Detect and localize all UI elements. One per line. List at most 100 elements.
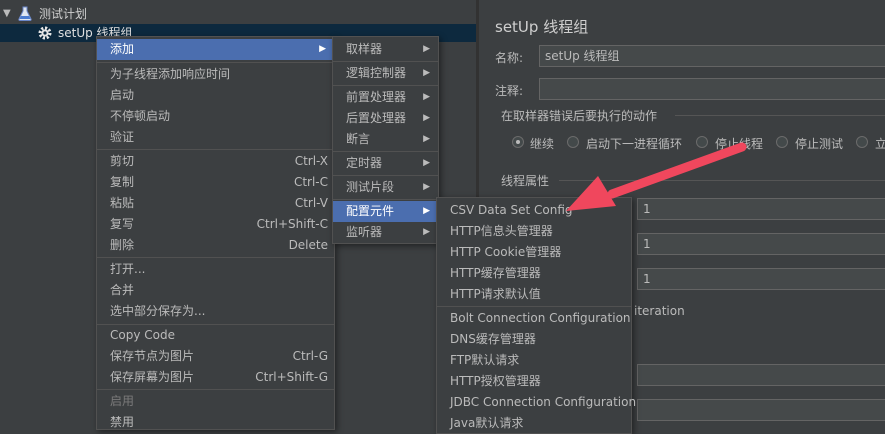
menu-item-label: 为子线程添加响应时间 bbox=[110, 67, 231, 81]
menu-shortcut: Ctrl-V bbox=[294, 196, 328, 210]
duration-field[interactable] bbox=[637, 364, 885, 386]
submenu-item-listener[interactable]: 监听器 ▶ bbox=[333, 222, 438, 243]
menu-separator bbox=[97, 389, 334, 390]
menu-item-validate[interactable]: 验证 bbox=[97, 127, 334, 148]
triangle-right-icon: ▶ bbox=[423, 206, 430, 216]
triangle-right-icon: ▶ bbox=[423, 92, 430, 102]
config-item-ftp-defaults[interactable]: FTP默认请求 bbox=[437, 350, 631, 371]
menu-shortcut: Delete bbox=[288, 238, 328, 252]
comment-field[interactable] bbox=[539, 78, 885, 100]
submenu-item-post-processor[interactable]: 后置处理器 ▶ bbox=[333, 108, 438, 129]
context-menu: 添加 ▶ 为子线程添加响应时间 启动 不停顿启动 验证 剪切 Ctrl-X 复制 Ct… bbox=[96, 36, 335, 430]
tree-node-test-plan[interactable]: ▼ 测试计划 bbox=[0, 5, 476, 23]
tree-node-test-plan-label: 测试计划 bbox=[39, 7, 88, 21]
radio-continue-label: 继续 bbox=[530, 137, 555, 151]
config-item-bolt-connection[interactable]: Bolt Connection Configuration bbox=[437, 308, 631, 329]
menu-item-save-selection-as[interactable]: 选中部分保存为... bbox=[97, 301, 334, 322]
menu-item-label: HTTP信息头管理器 bbox=[450, 224, 553, 238]
menu-item-label: FTP默认请求 bbox=[450, 353, 520, 367]
thread-count-field[interactable]: 1 bbox=[637, 198, 885, 220]
radio-stop-now[interactable] bbox=[856, 136, 868, 148]
menu-item-cut[interactable]: 剪切 Ctrl-X bbox=[97, 151, 334, 172]
radio-stop-thread[interactable] bbox=[696, 136, 708, 148]
menu-item-label: 打开... bbox=[110, 262, 146, 276]
page-title: setUp 线程组 bbox=[495, 18, 589, 36]
submenu-item-sampler[interactable]: 取样器 ▶ bbox=[333, 39, 438, 60]
menu-item-label: CSV Data Set Config bbox=[450, 203, 573, 217]
triangle-right-icon: ▶ bbox=[423, 68, 430, 78]
submenu-item-logic-controller[interactable]: 逻辑控制器 ▶ bbox=[333, 63, 438, 84]
menu-item-label: Copy Code bbox=[110, 328, 175, 342]
config-item-csv-data-set-config[interactable]: CSV Data Set Config bbox=[437, 200, 631, 221]
name-label: 名称: bbox=[495, 51, 524, 65]
loop-count-field[interactable]: 1 bbox=[637, 268, 885, 290]
menu-item-copy-code[interactable]: Copy Code bbox=[97, 325, 334, 346]
group-border bbox=[675, 115, 885, 116]
menu-shortcut: Ctrl-C bbox=[293, 175, 328, 189]
startup-delay-field[interactable] bbox=[637, 399, 885, 421]
config-item-http-cache-manager[interactable]: HTTP缓存管理器 bbox=[437, 263, 631, 284]
menu-item-delete[interactable]: 删除 Delete bbox=[97, 235, 334, 256]
menu-item-label: 启动 bbox=[110, 88, 135, 102]
config-element-submenu: CSV Data Set Config HTTP信息头管理器 HTTP Cook… bbox=[436, 197, 636, 434]
menu-separator bbox=[333, 175, 438, 176]
flask-icon bbox=[18, 6, 32, 21]
chevron-down-icon[interactable]: ▼ bbox=[3, 5, 11, 23]
menu-separator bbox=[333, 151, 438, 152]
config-item-java-defaults[interactable]: Java默认请求 bbox=[437, 413, 631, 434]
iteration-label: iteration bbox=[634, 304, 685, 318]
menu-item-merge[interactable]: 合并 bbox=[97, 280, 334, 301]
radio-continue[interactable] bbox=[512, 136, 524, 148]
menu-item-label: 取样器 bbox=[346, 42, 383, 56]
menu-item-label: Java默认请求 bbox=[450, 416, 524, 430]
menu-separator bbox=[333, 61, 438, 62]
submenu-item-test-fragment[interactable]: 测试片段 ▶ bbox=[333, 177, 438, 198]
menu-item-label: 保存节点为图片 bbox=[110, 349, 195, 363]
menu-item-save-node-image[interactable]: 保存节点为图片 Ctrl-G bbox=[97, 346, 334, 367]
triangle-right-icon: ▶ bbox=[319, 44, 326, 54]
menu-item-open[interactable]: 打开... bbox=[97, 259, 334, 280]
config-item-dns-cache-manager[interactable]: DNS缓存管理器 bbox=[437, 329, 631, 350]
menu-item-label: HTTP缓存管理器 bbox=[450, 266, 541, 280]
menu-shortcut: Ctrl-X bbox=[294, 154, 328, 168]
menu-item-add-response-time[interactable]: 为子线程添加响应时间 bbox=[97, 64, 334, 85]
ramp-up-field[interactable]: 1 bbox=[637, 233, 885, 255]
menu-item-label: 启用 bbox=[110, 394, 135, 408]
config-item-http-request-defaults[interactable]: HTTP请求默认值 bbox=[437, 284, 631, 305]
menu-separator bbox=[333, 85, 438, 86]
radio-start-next-loop[interactable] bbox=[567, 136, 579, 148]
submenu-item-timer[interactable]: 定时器 ▶ bbox=[333, 153, 438, 174]
menu-item-copy[interactable]: 复制 Ctrl-C bbox=[97, 172, 334, 193]
menu-item-start-no-pause[interactable]: 不停顿启动 bbox=[97, 106, 334, 127]
submenu-item-assertion[interactable]: 断言 ▶ bbox=[333, 129, 438, 150]
menu-item-label: 定时器 bbox=[346, 156, 383, 170]
config-item-http-header-manager[interactable]: HTTP信息头管理器 bbox=[437, 221, 631, 242]
menu-item-label: 不停顿启动 bbox=[110, 109, 171, 123]
menu-item-disable[interactable]: 禁用 bbox=[97, 412, 334, 433]
menu-item-label: 选中部分保存为... bbox=[110, 304, 206, 318]
menu-item-label: 监听器 bbox=[346, 225, 383, 239]
triangle-right-icon: ▶ bbox=[423, 182, 430, 192]
menu-item-label: 复写 bbox=[110, 217, 135, 231]
submenu-item-pre-processor[interactable]: 前置处理器 ▶ bbox=[333, 87, 438, 108]
menu-item-label: 配置元件 bbox=[346, 204, 395, 218]
menu-item-paste[interactable]: 粘贴 Ctrl-V bbox=[97, 193, 334, 214]
menu-item-add[interactable]: 添加 ▶ bbox=[97, 39, 334, 60]
name-field[interactable]: setUp 线程组 bbox=[539, 45, 885, 67]
thread-props-group-title: 线程属性 bbox=[501, 174, 550, 188]
group-border bbox=[559, 180, 885, 181]
menu-item-label: 合并 bbox=[110, 283, 135, 297]
config-item-jdbc-connection[interactable]: JDBC Connection Configuration bbox=[437, 392, 636, 413]
triangle-right-icon: ▶ bbox=[423, 134, 430, 144]
gear-icon bbox=[38, 26, 52, 40]
menu-item-save-screen-image[interactable]: 保存屏幕为图片 Ctrl+Shift-G bbox=[97, 367, 334, 388]
radio-stop-thread-label: 停止线程 bbox=[715, 137, 764, 151]
menu-item-start[interactable]: 启动 bbox=[97, 85, 334, 106]
config-item-http-auth-manager[interactable]: HTTP授权管理器 bbox=[437, 371, 631, 392]
config-item-http-cookie-manager[interactable]: HTTP Cookie管理器 bbox=[437, 242, 631, 263]
menu-item-duplicate[interactable]: 复写 Ctrl+Shift-C bbox=[97, 214, 334, 235]
submenu-item-config-element[interactable]: 配置元件 ▶ bbox=[333, 201, 438, 222]
menu-item-label: HTTP Cookie管理器 bbox=[450, 245, 562, 259]
menu-item-label: JDBC Connection Configuration bbox=[450, 395, 637, 409]
radio-stop-test[interactable] bbox=[776, 136, 788, 148]
